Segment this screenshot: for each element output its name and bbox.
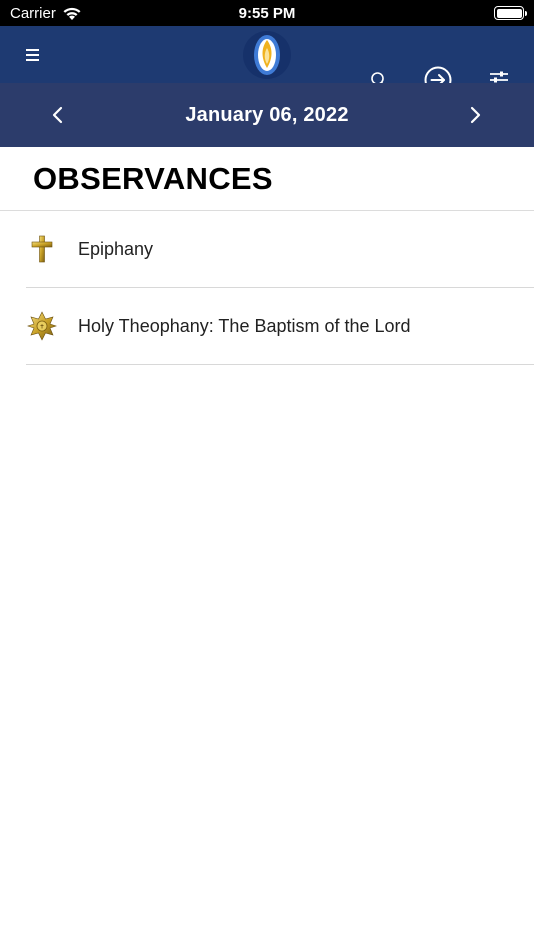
- nav-bar: [0, 26, 534, 94]
- list-item[interactable]: Epiphany: [26, 211, 534, 288]
- status-bar: Carrier 9:55 PM: [0, 0, 534, 26]
- observance-label: Holy Theophany: The Baptism of the Lord: [78, 315, 411, 336]
- status-left: Carrier: [10, 5, 82, 22]
- list-item[interactable]: ✝ Holy Theophany: The Baptism of the Lor…: [26, 288, 534, 365]
- svg-text:✝: ✝: [39, 324, 44, 331]
- current-date[interactable]: January 06, 2022: [185, 104, 348, 127]
- observance-label: Epiphany: [78, 238, 154, 259]
- carrier-label: Carrier: [10, 4, 56, 22]
- battery-fill: [496, 8, 522, 18]
- wifi-icon: [63, 7, 81, 20]
- observances-list: Epiphany ✝ Holy Theophany: The Baptism o…: [26, 211, 534, 365]
- section-title: OBSERVANCES: [33, 161, 273, 196]
- date-bar: January 06, 2022: [0, 83, 534, 147]
- hamburger-menu-icon[interactable]: [22, 44, 44, 66]
- battery-icon: [494, 6, 527, 20]
- chevron-left-icon[interactable]: [46, 103, 70, 127]
- chevron-right-icon[interactable]: [463, 103, 487, 127]
- star-emblem-icon: ✝: [27, 311, 57, 341]
- flame-logo-icon[interactable]: [242, 30, 292, 80]
- cross-icon: [31, 235, 53, 263]
